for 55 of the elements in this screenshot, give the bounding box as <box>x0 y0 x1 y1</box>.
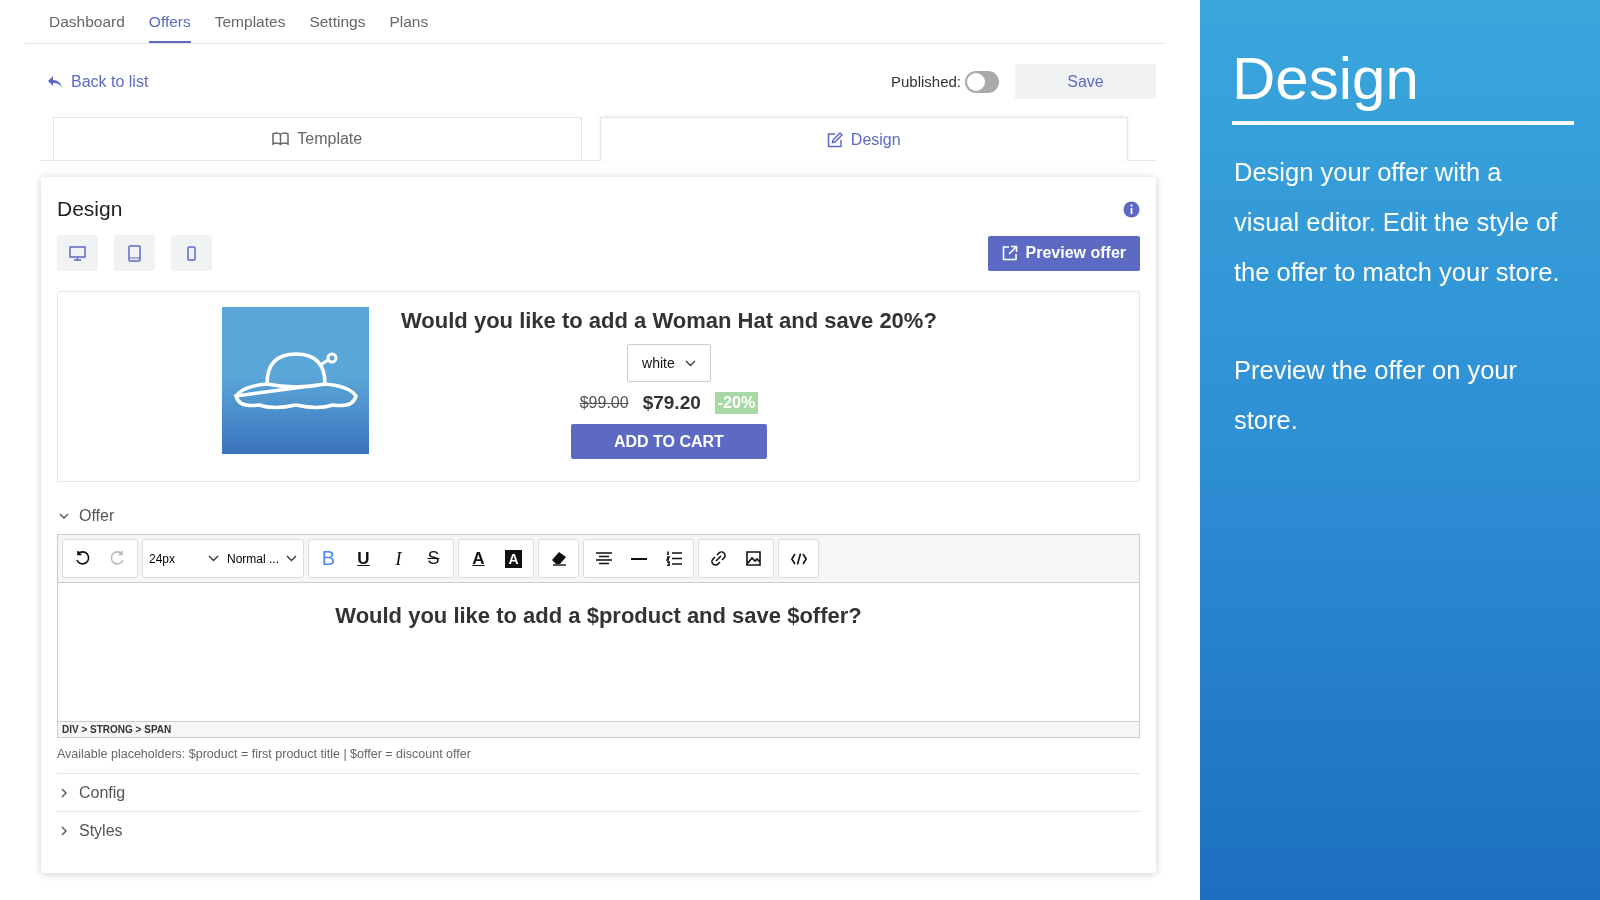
mobile-icon <box>187 245 196 261</box>
section-header[interactable]: Offer <box>57 497 1140 534</box>
chevron-down-icon <box>684 359 696 367</box>
info-icon[interactable] <box>1123 200 1140 218</box>
section-header[interactable]: Config <box>57 773 1140 811</box>
offer-headline: Would you like to add a Woman Hat and save 20%? <box>401 308 937 334</box>
variant-select[interactable]: white <box>627 344 711 382</box>
mobile-view-button[interactable] <box>171 235 212 271</box>
back-link[interactable]: Back to list <box>47 72 149 91</box>
element-path: DIV > STRONG > SPAN <box>58 721 1139 737</box>
card-title: Design <box>57 197 123 221</box>
chevron-right-icon <box>59 788 69 798</box>
save-button[interactable]: Save <box>1015 64 1156 99</box>
chevron-down-icon <box>286 555 297 562</box>
external-link-icon <box>1001 245 1018 261</box>
chevron-down-icon <box>208 555 219 562</box>
chevron-down-icon <box>59 511 69 521</box>
tab[interactable]: Design <box>599 117 1128 161</box>
side-paragraph: Preview the offer on your store. <box>1234 355 1518 436</box>
published-label: Published: <box>890 73 961 90</box>
book-icon <box>272 132 290 146</box>
desktop-view-button[interactable] <box>57 235 98 271</box>
tab[interactable]: Template <box>53 117 582 160</box>
undo-icon <box>74 550 91 567</box>
nav-tab[interactable]: Plans <box>389 0 429 43</box>
desktop-icon <box>69 245 86 261</box>
nav-tab[interactable]: Dashboard <box>49 0 125 43</box>
add-to-cart-button[interactable]: ADD TO CART <box>570 424 767 459</box>
align-center-icon <box>595 552 612 565</box>
redo-icon <box>109 550 126 567</box>
editor-text: Would you like to add a $product and save $offer? <box>335 603 862 630</box>
link-icon <box>711 551 726 566</box>
chevron-right-icon <box>59 826 69 836</box>
horizontal-rule-icon <box>630 557 647 560</box>
back-arrow-icon <box>47 74 63 89</box>
nav-tab[interactable]: Offers <box>148 0 191 43</box>
image-icon <box>746 551 761 566</box>
code-icon <box>790 552 807 565</box>
side-title: Design <box>1232 44 1574 125</box>
discount-badge: -20% <box>714 392 759 414</box>
old-price: $99.00 <box>579 394 629 412</box>
tablet-icon <box>128 244 141 262</box>
price: $79.20 <box>642 392 701 414</box>
edit-icon <box>826 131 843 148</box>
placeholder-hint: Available placeholders: $product = first product title | $offer = discount offer <box>57 747 472 761</box>
tablet-view-button[interactable] <box>114 235 155 271</box>
section-header[interactable]: Styles <box>57 811 1140 849</box>
nav-tab[interactable]: Settings <box>309 0 366 43</box>
side-paragraph: Design your offer with a visual editor. Edit the style of the offer to match your store. <box>1234 157 1561 288</box>
eraser-icon <box>550 551 567 566</box>
numbered-list-icon <box>665 551 682 566</box>
editor-content[interactable]: Would you like to add a $product and save $offer? <box>58 583 1139 721</box>
published-toggle[interactable] <box>965 70 999 93</box>
nav-tab[interactable]: Templates <box>214 0 286 43</box>
preview-offer-button[interactable]: Preview offer <box>987 235 1140 271</box>
